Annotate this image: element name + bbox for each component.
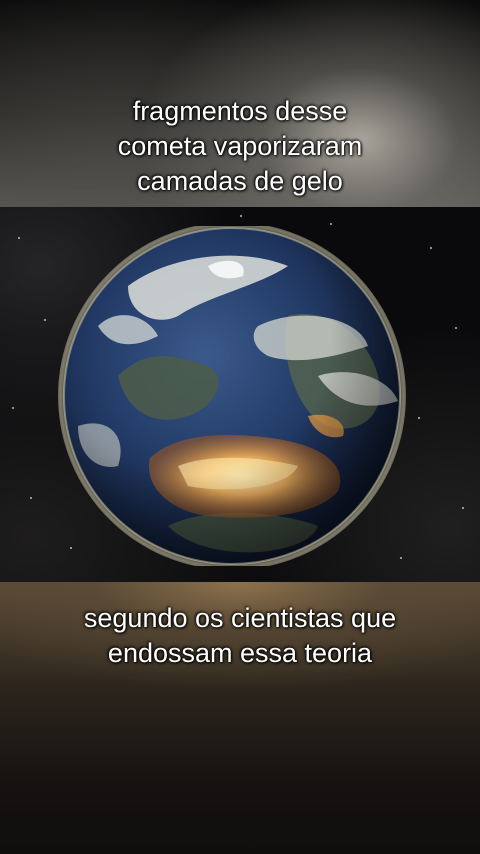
star [418, 417, 420, 419]
caption-top-line: camadas de gelo [137, 166, 343, 196]
star [455, 327, 457, 329]
star [44, 319, 46, 321]
star [430, 247, 432, 249]
caption-top: fragmentos desse cometa vaporizaram cama… [0, 94, 480, 199]
caption-bottom-line: endossam essa teoria [107, 638, 373, 668]
video-frame [0, 207, 480, 582]
star [30, 497, 32, 499]
video-screen: fragmentos desse cometa vaporizaram cama… [0, 0, 480, 854]
caption-bottom: segundo os cientistas que endossam essa … [0, 601, 480, 671]
caption-top-line: fragmentos desse [132, 96, 348, 126]
star [12, 407, 14, 409]
star [462, 507, 464, 509]
planet-icon [58, 222, 406, 570]
caption-bottom-line: segundo os cientistas que [83, 603, 397, 633]
caption-top-line: cometa vaporizaram [117, 131, 363, 161]
star [18, 237, 20, 239]
star [330, 223, 332, 225]
star [240, 215, 242, 217]
